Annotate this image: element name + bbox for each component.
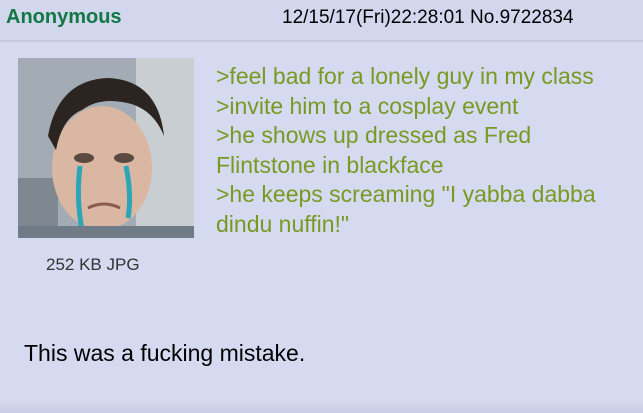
post-comment: This was a fucking mistake. <box>24 340 306 366</box>
file-info: 252 KB JPG <box>46 255 140 274</box>
greentext-line: >he shows up dressed as Fred Flintstone … <box>216 122 532 178</box>
greentext-line: >invite him to a cosplay event <box>216 92 519 119</box>
post-header: Anonymous 12/15/17(Fri)22:28:01 No.97228… <box>0 0 643 42</box>
post-container: Anonymous 12/15/17(Fri)22:28:01 No.97228… <box>0 0 643 413</box>
post-bottom-edge <box>0 401 643 413</box>
post-datetime: 12/15/17(Fri)22:28:01 <box>282 7 465 28</box>
post-thumbnail-image[interactable] <box>18 58 194 238</box>
post-date-and-number: 12/15/17(Fri)22:28:01 No.9722834 <box>282 7 574 29</box>
post-number[interactable]: No.9722834 <box>470 7 574 28</box>
greentext-line: >he keeps screaming "I yabba dabba dindu… <box>216 181 596 237</box>
post-body: >feel bad for a lonely guy in my class >… <box>216 62 636 239</box>
greentext-line: >feel bad for a lonely guy in my class <box>216 63 594 89</box>
poster-name: Anonymous <box>6 6 122 28</box>
